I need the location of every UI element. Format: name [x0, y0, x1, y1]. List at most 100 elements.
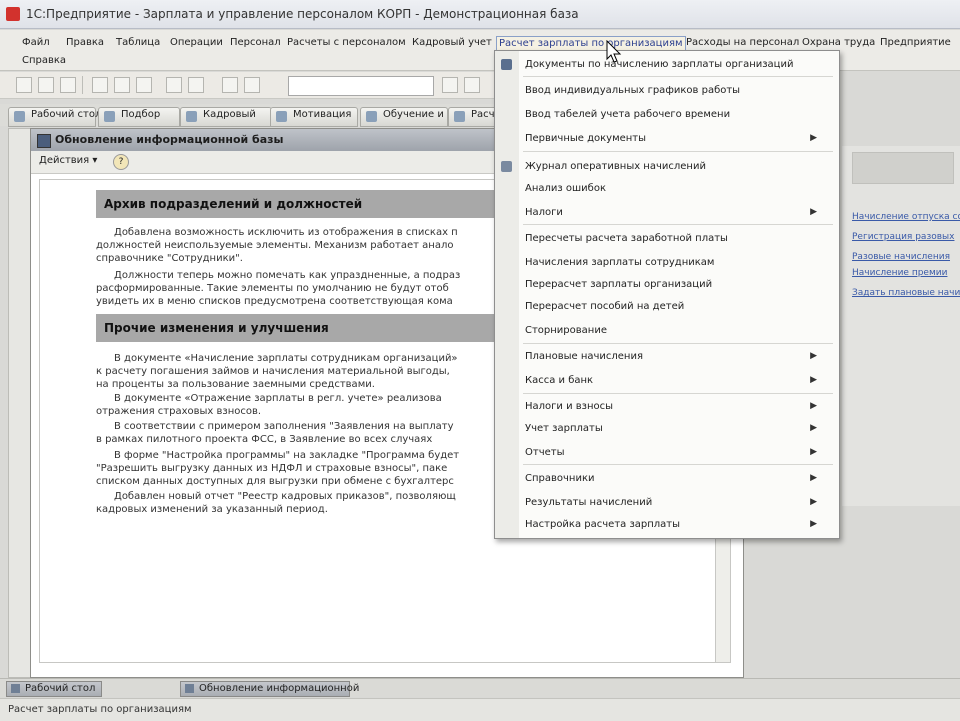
tab-label: Рабочий стол [31, 109, 102, 120]
right-link-vacation[interactable]: Начисление отпуска сотр [852, 212, 960, 222]
tab-hr[interactable]: Кадровый [180, 107, 272, 127]
open-icon[interactable] [38, 77, 54, 93]
menu-item-recalc-org[interactable]: Перерасчет зарплаты организаций [525, 279, 825, 290]
preview-icon[interactable] [188, 77, 204, 93]
paragraph-line: на проценты за пользование заемными сред… [96, 379, 375, 390]
menu-item-primary-docs[interactable]: Первичные документы ▶ [525, 133, 825, 144]
menu-item-planned-accruals[interactable]: Плановые начисления ▶ [525, 351, 825, 362]
submenu-arrow-icon: ▶ [810, 447, 817, 457]
title-bar: 1С:Предприятие - Зарплата и управление п… [0, 0, 960, 29]
menu-enterprise[interactable]: Предприятие [878, 36, 953, 49]
find-icon[interactable] [442, 77, 458, 93]
menu-item-accrual-results[interactable]: Результаты начислений ▶ [525, 497, 825, 508]
tab-selection[interactable]: Подбор [98, 107, 180, 127]
right-link-bonus[interactable]: Начисление премии [852, 268, 947, 278]
menu-operations[interactable]: Операции [168, 36, 225, 49]
menu-separator [523, 464, 833, 465]
actions-menu-button[interactable]: Действия ▾ [39, 155, 97, 166]
menu-separator [523, 343, 833, 344]
paragraph-line: увидеть их в меню списков предусмотрена … [96, 296, 453, 307]
tab-motivation[interactable]: Мотивация [270, 107, 358, 127]
forward-icon[interactable] [244, 77, 260, 93]
mouse-cursor-icon [606, 40, 622, 63]
find-next-icon[interactable] [464, 77, 480, 93]
menu-personnel[interactable]: Персонал [228, 36, 283, 49]
section-heading: Прочие изменения и улучшения [96, 314, 516, 342]
tab-desktop[interactable]: Рабочий стол [8, 107, 101, 127]
menu-item-timesheets[interactable]: Ввод табелей учета рабочего времени [525, 109, 825, 120]
menu-gutter [495, 51, 519, 538]
menu-item-taxes[interactable]: Налоги ▶ [525, 207, 825, 218]
copy-icon[interactable] [114, 77, 130, 93]
new-icon[interactable] [16, 77, 32, 93]
toolbar-separator [82, 76, 83, 94]
menu-item-taxes-contributions[interactable]: Налоги и взносы ▶ [525, 401, 825, 412]
help-icon[interactable]: ? [113, 154, 129, 170]
menu-expenses[interactable]: Расходы на персонал [684, 36, 801, 49]
menu-payroll[interactable]: Расчет зарплаты по организациям [496, 36, 686, 51]
menu-item-accrual-employees[interactable]: Начисления зарплаты сотрудникам [525, 257, 825, 268]
menu-item-payroll-settings[interactable]: Настройка расчета зарплаты ▶ [525, 519, 825, 530]
menu-help[interactable]: Справка [20, 54, 68, 67]
menu-edit[interactable]: Правка [64, 36, 106, 49]
window-heading: Обновление информационной базы [55, 133, 284, 146]
submenu-arrow-icon: ▶ [810, 401, 817, 411]
back-icon[interactable] [222, 77, 238, 93]
paragraph-line: к расчету погашения займов и начисления … [96, 366, 450, 377]
right-link-onetime[interactable]: Разовые начисления [852, 252, 950, 262]
paragraph-line: В соответствии с примером заполнения "За… [114, 421, 454, 432]
cut-icon[interactable] [92, 77, 108, 93]
task-desktop[interactable]: Рабочий стол [6, 681, 102, 697]
paste-icon[interactable] [136, 77, 152, 93]
menu-item-reports[interactable]: Отчеты ▶ [525, 447, 825, 458]
task-update-window[interactable]: Обновление информационной [180, 681, 359, 697]
right-link-registration[interactable]: Регистрация разовых [852, 232, 954, 242]
menu-item-payroll-accounting[interactable]: Учет зарплаты ▶ [525, 423, 825, 434]
menu-item-individual-schedules[interactable]: Ввод индивидуальных графиков работы [525, 85, 825, 96]
tab-label: Кадровый [203, 109, 256, 120]
menu-item-cash-bank[interactable]: Касса и банк ▶ [525, 375, 825, 386]
search-input[interactable] [288, 76, 434, 96]
desktop-icon [11, 684, 20, 693]
menu-table[interactable]: Таблица [114, 36, 162, 49]
journal-icon [501, 161, 512, 172]
menu-hr[interactable]: Кадровый учет [410, 36, 494, 49]
training-icon [366, 111, 377, 122]
paragraph-line: в рамках пилотного проекта ФСС, в Заявле… [96, 434, 433, 445]
right-link-planned[interactable]: Задать плановые начис [852, 288, 960, 298]
paragraph-line: "Разрешить выгрузку данных из НДФЛ и стр… [96, 463, 448, 474]
menu-item-error-analysis[interactable]: Анализ ошибок [525, 183, 825, 194]
tab-label: Мотивация [293, 109, 352, 120]
selection-icon [104, 111, 115, 122]
menu-item-reversal[interactable]: Сторнирование [525, 325, 825, 336]
submenu-arrow-icon: ▶ [810, 423, 817, 433]
menu-labor-safety[interactable]: Охрана труда [800, 36, 877, 49]
menu-item-payroll-docs[interactable]: Документы по начислению зарплаты организ… [525, 59, 825, 70]
submenu-arrow-icon: ▶ [810, 375, 817, 385]
menu-item-journal[interactable]: Журнал оперативных начислений [525, 161, 825, 172]
menu-item-recalc-child[interactable]: Перерасчет пособий на детей [525, 301, 825, 312]
toolbar [0, 72, 500, 99]
submenu-arrow-icon: ▶ [810, 519, 817, 529]
print-icon[interactable] [166, 77, 182, 93]
paragraph-line: В документе «Начисление зарплаты сотрудн… [114, 353, 458, 364]
right-panel-header [852, 152, 954, 184]
window-icon [37, 134, 51, 148]
panel-tabs: Рабочий стол Подбор Кадровый Мотивация О… [0, 104, 500, 127]
status-bar: Расчет зарплаты по организациям [0, 698, 960, 721]
paragraph-line: Добавлена возможность исключить из отобр… [114, 227, 458, 238]
menu-separator [523, 151, 833, 152]
paragraph-line: кадровых изменений за указанный период. [96, 504, 328, 515]
save-icon[interactable] [60, 77, 76, 93]
menu-settlements[interactable]: Расчеты с персоналом [285, 36, 408, 49]
submenu-arrow-icon: ▶ [810, 351, 817, 361]
menu-item-catalogs[interactable]: Справочники ▶ [525, 473, 825, 484]
paragraph-line: В документе «Отражение зарплаты в регл. … [114, 393, 442, 404]
tab-training[interactable]: Обучение и [360, 107, 448, 127]
menu-item-recalc-salary[interactable]: Пересчеты расчета заработной платы [525, 233, 825, 244]
menu-separator [523, 224, 833, 225]
tab-payroll[interactable]: Расч [448, 107, 500, 127]
menu-file[interactable]: Файл [20, 36, 52, 49]
status-text: Расчет зарплаты по организациям [8, 704, 192, 715]
tab-label: Расч [471, 109, 495, 120]
